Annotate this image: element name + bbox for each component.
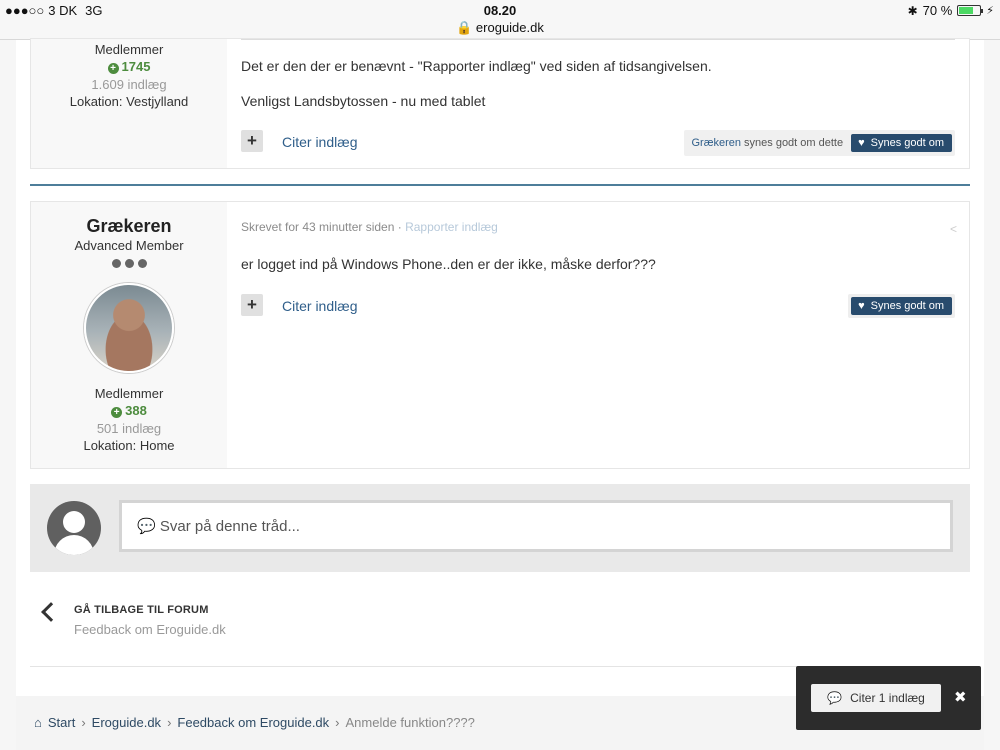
close-icon[interactable]: ✖ <box>954 688 967 706</box>
multiquote-button[interactable]: + <box>241 294 263 316</box>
url-label: eroguide.dk <box>475 20 544 35</box>
battery-icon <box>957 5 984 16</box>
meta-separator: · <box>397 220 402 234</box>
quote-selected-button[interactable]: 💬 Citer 1 indlæg <box>811 684 941 712</box>
reaction-text: synes godt om dette <box>744 137 844 149</box>
post-text-line: Det er den der er benævnt - "Rapporter i… <box>241 58 712 74</box>
post-meta: Skrevet for 43 minutter siden · Rapporte… <box>241 220 498 234</box>
post-text: er logget ind på Windows Phone..den er d… <box>241 256 656 272</box>
breadcrumb-current: Anmelde funktion???? <box>345 715 475 730</box>
chevron-left-icon[interactable] <box>41 602 61 622</box>
reply-placeholder: Svar på denne tråd... <box>159 518 300 535</box>
like-button[interactable]: ♥ Synes godt om <box>851 297 952 315</box>
page: Medlemmer +1745 1.609 indlæg Lokation: V… <box>16 38 984 750</box>
author-reputation: +1745 <box>31 59 227 74</box>
author-post-count: 1.609 indlæg <box>91 77 167 92</box>
post-separator <box>30 184 970 186</box>
post-text-line: Venligst Landsbytossen - nu med tablet <box>241 93 486 109</box>
author-location: Lokation: Home <box>83 438 175 453</box>
reaction-box: ♥ Synes godt om <box>848 294 955 318</box>
author-rank: Advanced Member <box>74 238 184 253</box>
post-1-author: Medlemmer +1745 1.609 indlæg Lokation: V… <box>31 39 227 168</box>
reply-input[interactable]: 💬 Svar på denne tråd... <box>119 500 953 552</box>
rank-pip <box>124 259 134 268</box>
back-to-forum-link[interactable]: GÅ TILBAGE TIL FORUM <box>74 604 209 616</box>
plus-icon: + <box>111 407 123 418</box>
like-button[interactable]: ♥ Synes godt om <box>851 134 952 152</box>
author-reputation: +388 <box>31 403 227 418</box>
reply-area: 💬 Svar på denne tråd... <box>30 484 970 572</box>
comments-icon: 💬 <box>827 691 843 705</box>
author-avatar-wrap <box>31 283 227 373</box>
avatar-head <box>63 511 85 533</box>
rank-pip <box>137 259 147 268</box>
quote-post-link[interactable]: Citer indlæg <box>282 134 357 150</box>
chevron-right-icon: › <box>167 715 172 730</box>
breadcrumb-item[interactable]: Eroguide.dk <box>92 715 161 730</box>
quote-selected-label: Citer 1 indlæg <box>850 691 925 705</box>
default-avatar-icon <box>47 501 101 555</box>
share-icon[interactable]: < <box>950 222 957 236</box>
charging-icon: ⚡ <box>986 5 994 17</box>
address-bar[interactable]: 🔒 eroguide.dk <box>0 20 1000 36</box>
quote-edge <box>241 39 955 40</box>
battery-fill <box>959 7 974 14</box>
lock-icon: 🔒 <box>456 20 473 35</box>
status-right: ✱ 70 % ⚡ <box>908 3 994 18</box>
post-1-body: Det er den der er benævnt - "Rapporter i… <box>227 39 969 168</box>
status-center: 08.20 🔒 eroguide.dk <box>0 3 1000 36</box>
author-location: Lokation: Vestjylland <box>69 94 189 109</box>
reputation-value: 388 <box>125 403 147 418</box>
post-timestamp[interactable]: Skrevet for 43 minutter siden <box>241 220 394 234</box>
author-post-count: 501 indlæg <box>96 421 162 436</box>
reaction-user-link[interactable]: Grækeren <box>692 137 742 149</box>
battery-percent: 70 % <box>922 3 953 18</box>
reputation-value: 1745 <box>121 59 151 74</box>
multiquote-button[interactable]: + <box>241 130 263 152</box>
avatar[interactable] <box>84 283 174 373</box>
rank-pips <box>31 259 227 268</box>
quote-post-link[interactable]: Citer indlæg <box>282 298 357 314</box>
breadcrumb-item[interactable]: Feedback om Eroguide.dk <box>177 715 329 730</box>
heart-icon: ♥ <box>858 137 865 149</box>
post-2-body: Skrevet for 43 minutter siden · Rapporte… <box>227 202 969 468</box>
avatar-body <box>54 535 94 555</box>
home-icon: ⌂ <box>34 715 42 730</box>
breadcrumb-item[interactable]: Start <box>48 715 75 730</box>
post-2-author: Grækeren Advanced Member Medlemmer +388 … <box>31 202 227 468</box>
author-group: Medlemmer <box>94 42 164 57</box>
back-forum-name[interactable]: Feedback om Eroguide.dk <box>74 622 226 637</box>
status-bar: ●●●○○ 3 DK 3G 08.20 🔒 eroguide.dk ✱ 70 %… <box>0 0 1000 40</box>
multiquote-bar: 💬 Citer 1 indlæg ✖ <box>796 666 981 730</box>
post-2: Grækeren Advanced Member Medlemmer +388 … <box>30 201 970 469</box>
clock: 08.20 <box>483 3 517 18</box>
plus-icon: + <box>107 63 119 74</box>
reaction-box: Grækeren synes godt om dette ♥ Synes god… <box>683 130 955 156</box>
bluetooth-icon: ✱ <box>907 3 918 18</box>
like-label: Synes godt om <box>870 137 944 149</box>
like-label: Synes godt om <box>870 300 944 312</box>
author-username[interactable]: Grækeren <box>31 216 227 237</box>
rank-pip <box>111 259 121 268</box>
heart-icon: ♥ <box>858 300 865 312</box>
report-post-link[interactable]: Rapporter indlæg <box>405 220 498 234</box>
speech-bubble-icon: 💬 <box>137 518 156 535</box>
chevron-right-icon: › <box>335 715 340 730</box>
chevron-right-icon: › <box>81 715 86 730</box>
post-1: Medlemmer +1745 1.609 indlæg Lokation: V… <box>30 38 970 169</box>
author-group: Medlemmer <box>94 386 164 401</box>
